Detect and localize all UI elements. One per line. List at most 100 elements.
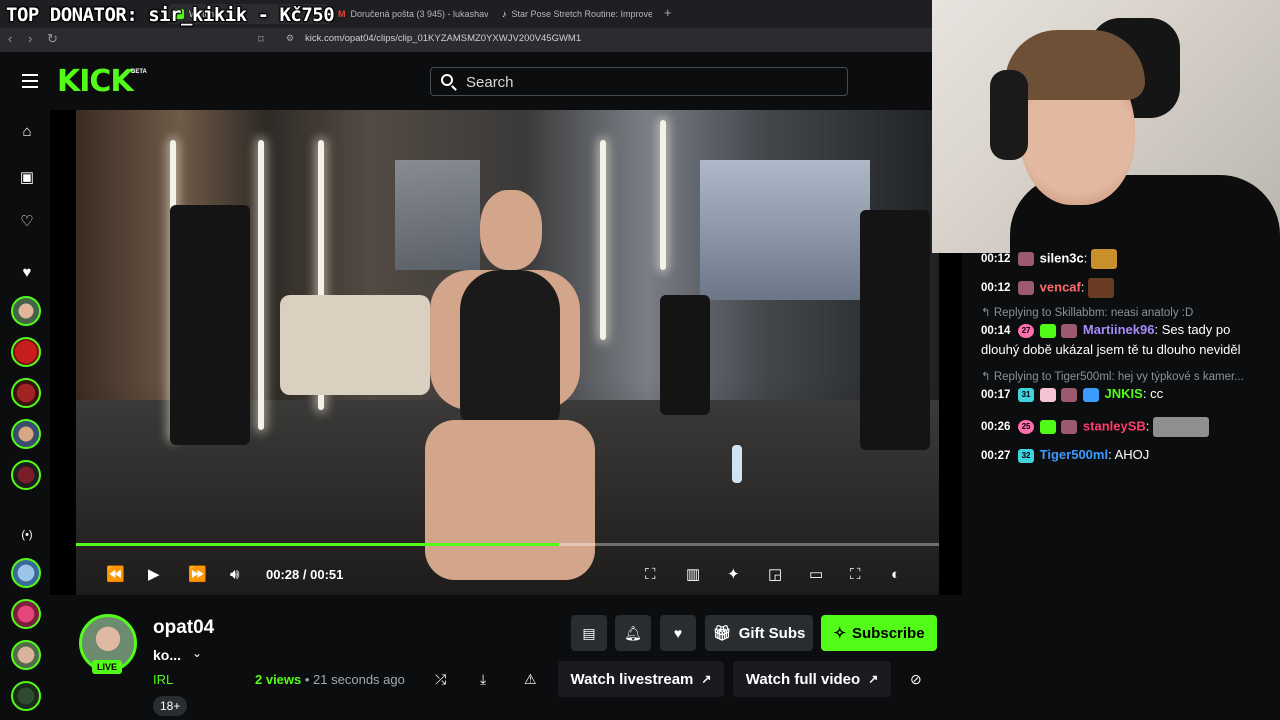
- time-display: 00:28 / 00:51: [266, 567, 343, 582]
- video-machine: [170, 205, 250, 445]
- sidebar-live-avatar[interactable]: [11, 558, 41, 588]
- fullscreen-icon[interactable]: ⛶: [850, 566, 861, 584]
- progress-fill[interactable]: [76, 543, 559, 546]
- settings-icon[interactable]: ◐: [891, 566, 900, 584]
- video-light: [258, 140, 264, 430]
- time-separator: /: [302, 567, 307, 582]
- badge-icon: [1061, 420, 1078, 434]
- video-sofa: [280, 295, 430, 395]
- sidebar-live-avatar[interactable]: [11, 599, 41, 629]
- pip-icon[interactable]: ◲: [768, 566, 782, 584]
- reply-icon: ↰: [981, 371, 994, 383]
- tab-gmail[interactable]: M Doručená pošta (3 945) - lukashavric: [338, 4, 488, 24]
- download-icon[interactable]: ⤓: [480, 671, 486, 688]
- bell-icon[interactable]: 🔔︎: [615, 615, 651, 651]
- gmail-icon: M: [338, 9, 346, 19]
- home-icon[interactable]: ⌂: [18, 123, 36, 141]
- clip-info-button[interactable]: ▤: [571, 615, 607, 651]
- gift-subs-label: Gift Subs: [738, 624, 806, 642]
- sidebar-channel-avatar[interactable]: [11, 296, 41, 326]
- chat-message: 00:17 31 JNKIS: cc: [981, 386, 1163, 402]
- chat-message: 00:26 25 stanleySB:: [981, 417, 1210, 437]
- back-icon[interactable]: ‹: [8, 31, 12, 46]
- subscribe-label: Subscribe: [852, 624, 925, 642]
- streamer-name[interactable]: opat04: [153, 617, 214, 639]
- theater-icon[interactable]: ▭: [809, 566, 823, 584]
- video-light: [660, 120, 666, 270]
- chat-username[interactable]: vencaf: [1040, 279, 1081, 294]
- volume-icon[interactable]: 🔊︎: [230, 566, 239, 584]
- video-person-torso: [460, 270, 560, 430]
- view-count: 2 views: [255, 672, 302, 687]
- chat-message: 00:14 27 Martiinek96: Ses tady po: [981, 322, 1230, 338]
- site-info-icon[interactable]: ⚙: [286, 33, 294, 44]
- donator-overlay: TOP DONATOR: sir_kikik - Kč750: [6, 4, 335, 26]
- chat-reply[interactable]: ↰ Replying to Skillabbm: neasi anatoly :…: [981, 305, 1193, 319]
- chevron-down-icon[interactable]: ⌄: [192, 646, 202, 660]
- category-link[interactable]: IRL: [153, 672, 173, 687]
- chat-message: 00:12 vencaf:: [981, 278, 1115, 298]
- sidebar-channel-avatar[interactable]: [11, 460, 41, 490]
- sidebar-channel-avatar[interactable]: [11, 419, 41, 449]
- tab-label: Star Pose Stretch Routine: Improve Fl: [511, 9, 653, 19]
- chat-username[interactable]: Tiger500ml: [1040, 447, 1108, 462]
- hide-icon[interactable]: ⊘: [910, 671, 922, 688]
- reload-icon[interactable]: ↻: [47, 31, 58, 47]
- subscribe-star-icon: ✧: [833, 625, 847, 642]
- chat-username[interactable]: silen3c: [1040, 250, 1084, 265]
- sub-badge: 25: [1018, 420, 1035, 434]
- play-icon[interactable]: ▶: [148, 566, 160, 584]
- watch-livestream-button[interactable]: Watch livestream ↗: [558, 661, 724, 697]
- gift-badge-icon: [1039, 420, 1056, 434]
- chat-reply[interactable]: ↰ Replying to Tiger500ml: hej vy týpkové…: [981, 369, 1244, 383]
- chat-message-continuation: dlouhý době ukázal jsem tě tu dlouho nev…: [981, 342, 1241, 357]
- gift-subs-button[interactable]: 🎁︎ Gift Subs: [705, 615, 813, 651]
- chat-username[interactable]: JNKIS: [1105, 386, 1143, 401]
- clip-title: ko...: [153, 647, 182, 663]
- menu-icon[interactable]: [22, 74, 38, 92]
- gift-badge-icon: [1039, 323, 1056, 338]
- chat-username[interactable]: Martiinek96: [1083, 322, 1155, 337]
- chat-timestamp: 00:12: [981, 282, 1011, 295]
- sidebar-live-avatar[interactable]: [11, 640, 41, 670]
- video-person-legs: [425, 420, 595, 580]
- badge-icon: [1061, 323, 1078, 338]
- subscribe-button[interactable]: ✧ Subscribe: [821, 615, 937, 651]
- share-icon[interactable]: ⤮: [435, 671, 446, 688]
- follow-heart-button[interactable]: ♥: [660, 615, 696, 651]
- url-text[interactable]: kick.com/opat04/clips/clip_01KYZAMSMZ0YX…: [305, 33, 581, 44]
- chat-timestamp: 00:12: [981, 253, 1011, 266]
- external-link-icon: ↗: [868, 672, 879, 686]
- search-input[interactable]: [464, 73, 838, 92]
- chat-timestamp: 00:17: [981, 389, 1011, 401]
- clip-crop-icon[interactable]: ⛶: [645, 566, 656, 584]
- browse-icon[interactable]: ▣: [18, 169, 36, 187]
- chat-username[interactable]: stanleySB: [1083, 418, 1146, 433]
- sparkle-icon[interactable]: ✦: [727, 566, 740, 584]
- new-tab-button[interactable]: +: [664, 5, 672, 20]
- current-time: 00:28: [266, 567, 300, 582]
- video-water-bottle: [732, 445, 742, 483]
- report-icon[interactable]: ⚠: [524, 671, 537, 688]
- stats-icon[interactable]: ▥: [686, 566, 700, 584]
- sidebar-live-avatar[interactable]: [11, 681, 41, 711]
- reply-text: Replying to Tiger500ml: hej vy týpkové s…: [993, 371, 1244, 383]
- bookmark-icon[interactable]: ⌑: [258, 33, 264, 46]
- following-icon[interactable]: ♡: [18, 213, 36, 231]
- badge-icon: [1061, 387, 1078, 402]
- beta-badge: BETA: [131, 69, 147, 75]
- sidebar-channel-avatar[interactable]: [11, 378, 41, 408]
- sidebar-channel-avatar[interactable]: [11, 337, 41, 367]
- kick-logo[interactable]: KICK: [57, 64, 134, 99]
- chat-text: :: [1080, 279, 1085, 295]
- tab-tiktok[interactable]: ♪ Star Pose Stretch Routine: Improve Fl: [502, 4, 652, 24]
- moderator-badge-icon: [1082, 387, 1099, 402]
- rewind-icon[interactable]: ⏪: [106, 566, 125, 584]
- sub-badge: 27: [1018, 323, 1035, 338]
- search-icon: [441, 74, 453, 86]
- forward-icon[interactable]: ⏩: [188, 566, 207, 584]
- watch-full-video-button[interactable]: Watch full video ↗: [733, 661, 891, 697]
- clip-age: • 21 seconds ago: [304, 672, 405, 687]
- forward-icon[interactable]: ›: [28, 31, 32, 46]
- chat-text: : AHOJ: [1108, 447, 1150, 462]
